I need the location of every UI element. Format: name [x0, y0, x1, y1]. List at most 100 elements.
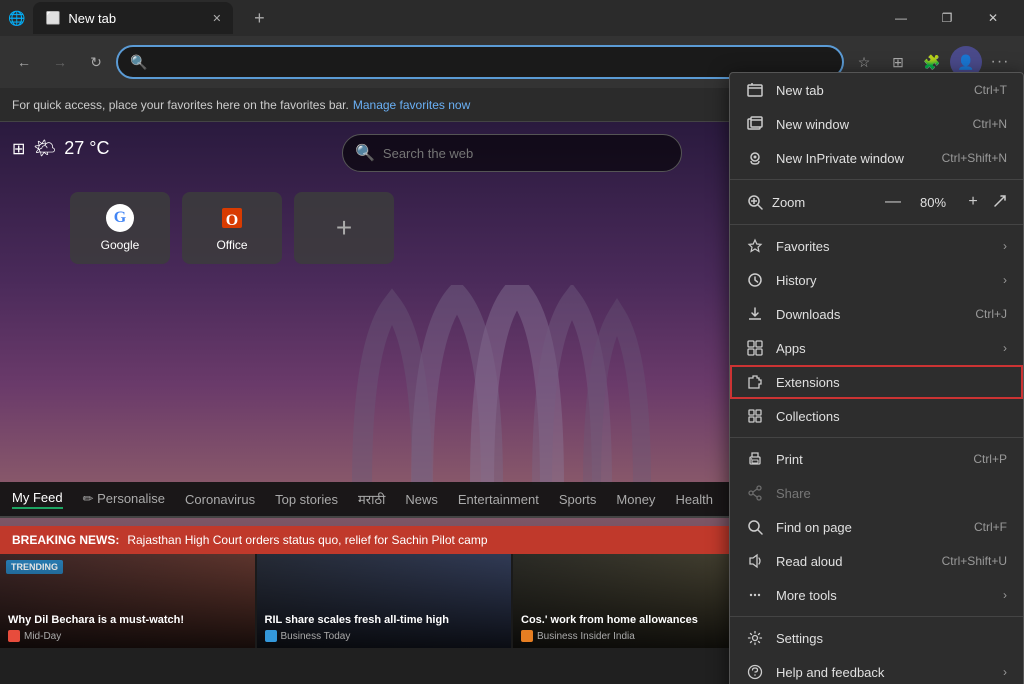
grid-icon: ⊞	[12, 139, 25, 159]
quick-links: G Google O Office +	[70, 192, 394, 264]
window-controls: — ❐ ✕	[878, 0, 1016, 36]
zoom-plus-button[interactable]: +	[961, 190, 985, 214]
zoom-expand-button[interactable]	[993, 194, 1007, 211]
collections-label: Collections	[776, 409, 1007, 424]
read-aloud-label: Read aloud	[776, 554, 930, 569]
favorites-menu-icon	[746, 237, 764, 255]
share-label: Share	[776, 486, 1007, 501]
divider-2	[730, 224, 1023, 225]
tab-topstories[interactable]: Top stories	[275, 492, 338, 507]
tab-marathi[interactable]: मराठी	[358, 490, 385, 508]
favorites-bar-text: For quick access, place your favorites h…	[12, 98, 349, 112]
restore-button[interactable]: ❐	[924, 0, 970, 36]
menu-item-inprivate[interactable]: New InPrivate window Ctrl+Shift+N	[730, 141, 1023, 175]
menu-item-favorites[interactable]: Favorites ›	[730, 229, 1023, 263]
menu-item-history[interactable]: History ›	[730, 263, 1023, 297]
menu-item-settings[interactable]: Settings	[730, 621, 1023, 655]
forward-button[interactable]: →	[44, 46, 76, 78]
new-tab-button[interactable]: +	[245, 4, 273, 32]
refresh-button[interactable]: ↻	[80, 46, 112, 78]
breaking-news-label: BREAKING NEWS:	[12, 533, 119, 547]
svg-text:O: O	[226, 212, 238, 229]
more-tools-label: More tools	[776, 588, 991, 603]
close-window-button[interactable]: ✕	[970, 0, 1016, 36]
web-search-bar[interactable]: 🔍	[342, 134, 682, 172]
read-aloud-menu-icon	[746, 552, 764, 570]
edge-favicon: 🌐	[8, 10, 25, 27]
office-icon: O	[218, 204, 246, 232]
menu-item-downloads[interactable]: Downloads Ctrl+J	[730, 297, 1023, 331]
new-tab-shortcut: Ctrl+T	[974, 83, 1007, 97]
settings-menu-icon	[746, 629, 764, 647]
zoom-label: Zoom	[772, 195, 873, 210]
menu-item-extensions[interactable]: Extensions	[730, 365, 1023, 399]
menu-item-new-window[interactable]: New window Ctrl+N	[730, 107, 1023, 141]
menu-item-collections[interactable]: Collections	[730, 399, 1023, 433]
history-menu-icon	[746, 271, 764, 289]
news-card-2[interactable]: RIL share scales fresh all-time high Bus…	[257, 554, 512, 648]
downloads-shortcut: Ctrl+J	[975, 307, 1007, 321]
breaking-news-text: Rajasthan High Court orders status quo, …	[127, 533, 487, 547]
weather-widget: ⊞ 🌤 27 °C	[12, 138, 110, 159]
tab-sports[interactable]: Sports	[559, 492, 597, 507]
share-menu-icon	[746, 484, 764, 502]
tab-entertainment[interactable]: Entertainment	[458, 492, 539, 507]
news-card-3-title: Cos.' work from home allowances	[521, 613, 760, 627]
menu-item-new-tab[interactable]: New tab Ctrl+T	[730, 73, 1023, 107]
tab-coronavirus[interactable]: Coronavirus	[185, 492, 255, 507]
menu-item-help[interactable]: Help and feedback ›	[730, 655, 1023, 684]
tab-news[interactable]: News	[405, 492, 438, 507]
tab-favicon: ⬜	[45, 11, 60, 25]
inprivate-menu-icon	[746, 149, 764, 167]
apps-menu-icon	[746, 339, 764, 357]
menu-item-share: Share	[730, 476, 1023, 510]
print-shortcut: Ctrl+P	[973, 452, 1007, 466]
new-tab-label: New tab	[776, 83, 962, 98]
google-label: Google	[101, 238, 140, 252]
menu-item-find[interactable]: Find on page Ctrl+F	[730, 510, 1023, 544]
apps-arrow: ›	[1003, 341, 1007, 355]
news-card-1[interactable]: TRENDING Why Dil Bechara is a must-watch…	[0, 554, 255, 648]
web-search-input[interactable]	[383, 146, 669, 161]
add-quicklink[interactable]: +	[294, 192, 394, 264]
more-tools-arrow: ›	[1003, 588, 1007, 602]
news-card-2-overlay: RIL share scales fresh all-time high Bus…	[257, 554, 512, 648]
tab-personalise[interactable]: ✏ Personalise	[83, 491, 165, 507]
minimize-button[interactable]: —	[878, 0, 924, 36]
zoom-minus-button[interactable]: —	[881, 190, 905, 214]
manage-favorites-link[interactable]: Manage favorites now	[353, 98, 470, 112]
read-aloud-shortcut: Ctrl+Shift+U	[942, 554, 1007, 568]
menu-item-more-tools[interactable]: More tools ›	[730, 578, 1023, 612]
settings-label: Settings	[776, 631, 1007, 646]
tab-health[interactable]: Health	[675, 492, 713, 507]
address-input[interactable]	[155, 54, 830, 70]
menu-item-print[interactable]: Print Ctrl+P	[730, 442, 1023, 476]
new-tab-menu-icon	[746, 81, 764, 99]
weather-icon: 🌤	[33, 138, 56, 159]
new-window-shortcut: Ctrl+N	[973, 117, 1007, 131]
temperature: 27 °C	[64, 138, 109, 159]
extensions-label: Extensions	[776, 375, 1007, 390]
find-menu-icon	[746, 518, 764, 536]
context-menu: New tab Ctrl+T New window Ctrl+N New InP…	[729, 72, 1024, 684]
news-card-2-title: RIL share scales fresh all-time high	[265, 613, 504, 627]
tab-money[interactable]: Money	[616, 492, 655, 507]
tab-myfeed[interactable]: My Feed	[12, 490, 63, 509]
downloads-menu-icon	[746, 305, 764, 323]
google-quicklink[interactable]: G Google	[70, 192, 170, 264]
zoom-value: 80%	[913, 195, 953, 210]
divider-4	[730, 616, 1023, 617]
print-menu-icon	[746, 450, 764, 468]
zoom-control: Zoom — 80% +	[730, 184, 1023, 220]
office-quicklink[interactable]: O Office	[182, 192, 282, 264]
menu-item-apps[interactable]: Apps ›	[730, 331, 1023, 365]
extensions-menu-icon	[746, 373, 764, 391]
menu-item-read-aloud[interactable]: Read aloud Ctrl+Shift+U	[730, 544, 1023, 578]
apps-label: Apps	[776, 341, 991, 356]
more-tools-menu-icon	[746, 586, 764, 604]
tab-title: New tab	[68, 11, 204, 26]
active-tab[interactable]: ⬜ New tab ✕	[33, 2, 233, 34]
help-arrow: ›	[1003, 665, 1007, 679]
tab-close-button[interactable]: ✕	[212, 12, 221, 25]
back-button[interactable]: ←	[8, 46, 40, 78]
